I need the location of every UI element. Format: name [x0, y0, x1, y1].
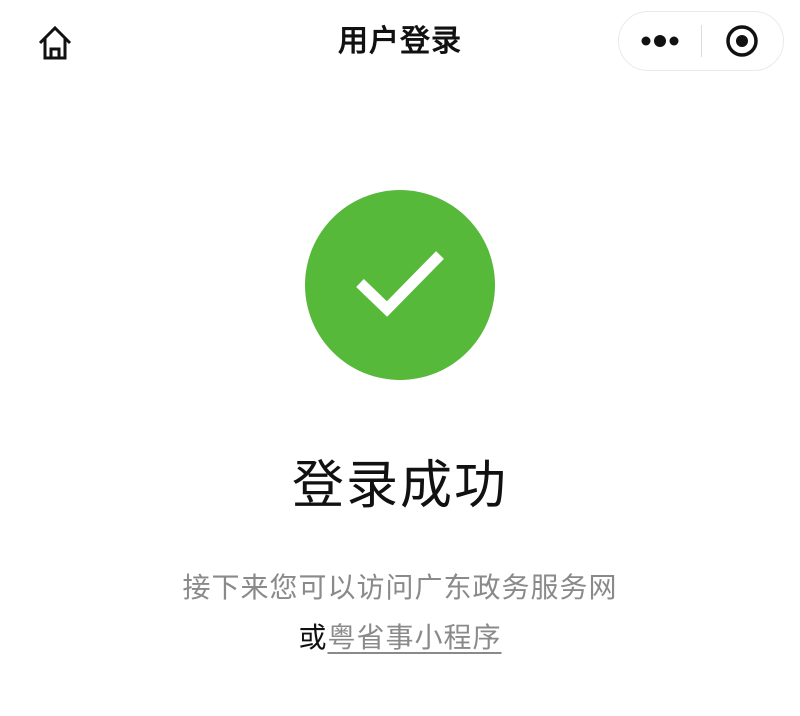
mini-program-link[interactable]: 粤省事小程序	[328, 621, 502, 654]
more-button[interactable]	[619, 12, 701, 70]
description-text: 接下来您可以访问广东政务服务网	[182, 571, 618, 604]
more-dots-icon	[641, 35, 679, 47]
description-link-line: 或粤省事小程序	[60, 616, 740, 660]
check-icon	[356, 251, 444, 317]
page-title: 用户登录	[338, 24, 462, 59]
capsule-menu	[618, 11, 784, 71]
home-button[interactable]	[30, 18, 80, 68]
close-button[interactable]	[702, 12, 784, 70]
success-title: 登录成功	[291, 456, 508, 516]
description-prefix: 或	[298, 621, 328, 654]
nav-bar: 用户登录	[0, 0, 800, 86]
success-badge	[305, 190, 495, 380]
home-icon	[38, 25, 72, 60]
target-close-icon	[726, 25, 758, 57]
